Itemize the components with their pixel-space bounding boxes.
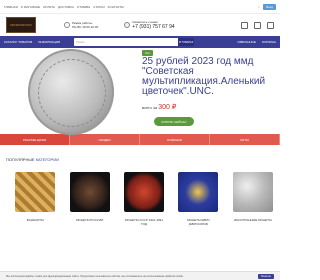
category-image[interactable] [15, 172, 56, 212]
phone-block: Свяжитесь с нами +7 (931) 757 67 94 [124, 20, 175, 30]
cookie-accept-button[interactable]: Понятно [257, 273, 274, 279]
category-label[interactable]: ИНОСТРАННЫЕ МОНЕТЫ [234, 218, 272, 222]
category-ussr-coins[interactable]: МОНЕТЫ СССР 1921-1991 ГОД [123, 172, 165, 226]
category-foreign-coins[interactable]: ИНОСТРАННЫЕ МОНЕТЫ [232, 172, 274, 226]
tab-discounts[interactable]: СКИДКИ [70, 134, 140, 145]
top-link-payment[interactable]: ОПЛАТА [43, 5, 55, 9]
hours-value: ПН-ВС 10:00-22:00 [72, 25, 99, 29]
hero-title: 25 рублей 2023 год ммд "Советская мульти… [142, 56, 266, 97]
phone-icon [124, 22, 131, 28]
nav-cart[interactable]: КОРЗИНА [262, 40, 276, 44]
top-link-articles[interactable]: СТАТЬИ [93, 5, 105, 9]
header-icons [241, 21, 274, 29]
phone-text: Свяжитесь с нами +7 (931) 757 67 94 [132, 20, 174, 30]
nav-info[interactable]: ИНФОРМАЦИЯ [38, 40, 60, 44]
search-button[interactable]: В ТОВАРАХ [178, 38, 195, 46]
category-label[interactable]: МОНЕТЫ ЕВРО (ЕВРОСОЮЗ) [177, 218, 219, 226]
top-right: ♡ Вход [258, 3, 276, 10]
category-list: БАНКНОТЫ МОНЕТЫ РОССИИ МОНЕТЫ СССР 1921-… [6, 172, 274, 226]
buy-now-button[interactable]: КУПИТЬ СЕЙЧАС [154, 117, 194, 126]
heart-icon[interactable] [254, 21, 261, 29]
cart-icon[interactable] [267, 21, 274, 29]
popular-categories: ПОПУЛЯРНЫЕ КАТЕГОРИИ БАНКНОТЫ МОНЕТЫ РОС… [0, 145, 280, 226]
top-bar: ГЛАВНАЯ О МАГАЗИНЕ ОПЛАТА ДОСТАВКА ОТЗЫВ… [0, 0, 280, 14]
header: MINIMUMCOINS Режим работы ПН-ВС 10:00-22… [0, 14, 280, 36]
top-link-about[interactable]: О МАГАЗИНЕ [21, 5, 40, 9]
site-logo[interactable]: MINIMUMCOINS [6, 17, 36, 33]
price-prefix: всего за [142, 105, 158, 110]
main-nav: КАТАЛОГ ТОВАРОВ ИНФОРМАЦИЯ Поиск В ТОВАР… [0, 36, 280, 48]
hours-text: Режим работы ПН-ВС 10:00-22:00 [72, 21, 98, 29]
hero-banner: Хит 25 рублей 2023 год ммд "Советская му… [0, 48, 280, 135]
category-label[interactable]: МОНЕТЫ РОССИИ [76, 218, 103, 222]
wishlist-icon[interactable]: ♡ [258, 5, 261, 9]
phone-number[interactable]: +7 (931) 757 67 94 [132, 25, 174, 30]
top-link-home[interactable]: ГЛАВНАЯ [4, 5, 18, 9]
category-banknotes[interactable]: БАНКНОТЫ [14, 172, 56, 226]
categories-title-prefix: ПОПУЛЯРНЫЕ [6, 157, 35, 162]
user-icon[interactable] [241, 21, 248, 29]
top-links: ГЛАВНАЯ О МАГАЗИНЕ ОПЛАТА ДОСТАВКА ОТЗЫВ… [4, 5, 124, 9]
clock-icon [64, 22, 70, 28]
login-button[interactable]: Вход [263, 3, 276, 10]
categories-title: ПОПУЛЯРНЫЕ КАТЕГОРИИ [6, 157, 274, 162]
category-image[interactable] [232, 172, 273, 212]
working-hours: Режим работы ПН-ВС 10:00-22:00 [64, 21, 98, 29]
tab-recommended[interactable]: РЕКОМЕНДУЕМ [0, 134, 70, 145]
top-link-reviews[interactable]: ОТЗЫВЫ [77, 5, 90, 9]
product-tabs: РЕКОМЕНДУЕМ СКИДКИ НОВИНКИ ХИТЫ [0, 134, 280, 145]
category-image[interactable] [69, 172, 110, 212]
tab-hits[interactable]: ХИТЫ [210, 134, 280, 145]
category-image[interactable] [178, 172, 219, 212]
cookie-banner: Мы используем файлы cookie для функциони… [0, 271, 280, 280]
nav-right: ИЗБРАННОЕ КОРЗИНА [237, 40, 276, 44]
category-russia-coins[interactable]: МОНЕТЫ РОССИИ [68, 172, 110, 226]
category-euro-coins[interactable]: МОНЕТЫ ЕВРО (ЕВРОСОЮЗ) [177, 172, 219, 226]
top-link-contacts[interactable]: КОНТАКТЫ [108, 5, 124, 9]
search-input[interactable]: Поиск В ТОВАРАХ [74, 38, 195, 46]
category-label[interactable]: МОНЕТЫ СССР 1921-1991 ГОД [123, 218, 165, 226]
price-value: 300 ₽ [158, 104, 177, 111]
nav-catalog[interactable]: КАТАЛОГ ТОВАРОВ [4, 40, 32, 44]
category-image[interactable] [124, 172, 165, 212]
hero-price: всего за 300 ₽ [142, 103, 176, 111]
categories-title-accent: КАТЕГОРИИ [35, 157, 59, 162]
tab-new[interactable]: НОВИНКИ [140, 134, 210, 145]
cookie-text: Мы используем файлы cookie для функциони… [6, 274, 184, 278]
nav-favorites[interactable]: ИЗБРАННОЕ [237, 40, 255, 44]
coin-image [28, 49, 114, 135]
search-placeholder: Поиск [76, 40, 85, 44]
top-link-delivery[interactable]: ДОСТАВКА [58, 5, 74, 9]
category-label[interactable]: БАНКНОТЫ [27, 218, 44, 222]
